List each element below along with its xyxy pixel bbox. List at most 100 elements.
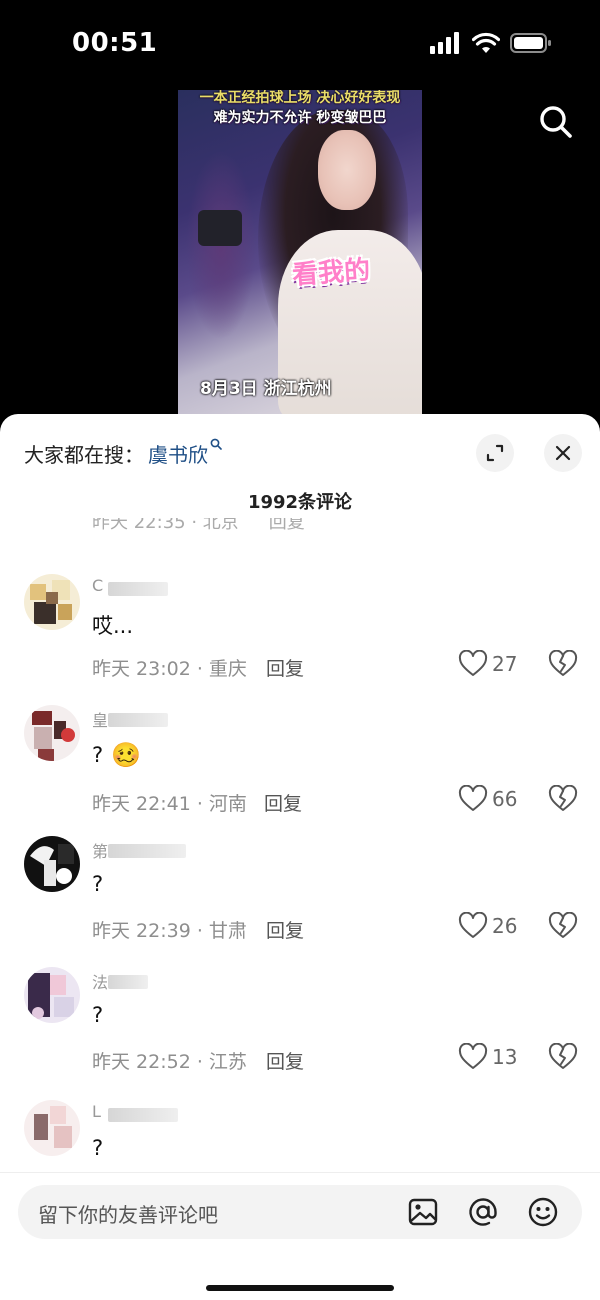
- comment-meta: 昨天 23:02 · 重庆: [92, 658, 247, 680]
- comment-meta: 昨天 22:52 · 江苏: [92, 1051, 247, 1073]
- comment-item: L ?: [0, 1100, 600, 1170]
- avatar[interactable]: [24, 836, 80, 892]
- trending-prefix: 大家都在搜：: [24, 442, 144, 467]
- comment-text: 哎...: [92, 610, 133, 640]
- like-button[interactable]: 66: [458, 785, 517, 813]
- reply-button[interactable]: 回复: [266, 1047, 304, 1074]
- partial-reply: 回复: [268, 518, 305, 533]
- comment-text: ?: [92, 1003, 103, 1027]
- username[interactable]: L: [92, 1102, 192, 1126]
- avatar[interactable]: [24, 1100, 80, 1156]
- username[interactable]: C: [92, 576, 182, 600]
- avatar-image: [24, 574, 80, 630]
- comment-text: ? 🥴: [92, 741, 141, 769]
- avatar-image: [24, 967, 80, 1023]
- image-icon[interactable]: [406, 1195, 440, 1229]
- comment-text-content: ?: [92, 872, 104, 896]
- search-icon[interactable]: [536, 102, 576, 142]
- comment-item: 法 ? 昨天 22:52 · 江苏 回复 13: [0, 967, 600, 1098]
- username-visible-char: C: [92, 576, 104, 595]
- sheet-header: 大家都在搜： 虞书欣: [24, 432, 582, 474]
- video-frame[interactable]: 一本正经拍球上场 决心好好表现 难为实力不允许 秒变皱巴巴 看我的 8月3日 浙…: [178, 90, 422, 416]
- like-count: 26: [492, 914, 518, 938]
- battery-icon: [510, 33, 551, 53]
- comment-meta: 昨天 22:41 · 河南: [92, 793, 247, 815]
- like-button[interactable]: 26: [458, 912, 517, 940]
- like-count: 27: [492, 652, 518, 676]
- status-icons: [430, 32, 552, 54]
- username-redacted: [108, 844, 186, 858]
- close-button[interactable]: [544, 434, 582, 472]
- like-button[interactable]: 27: [458, 650, 517, 678]
- comment-text-content: 哎...: [92, 614, 134, 638]
- trending-search-link[interactable]: 虞书欣: [148, 439, 208, 468]
- comment-count: 1992条评论: [247, 492, 353, 513]
- video-caption-line1: 一本正经拍球上场 决心好好表现: [199, 90, 401, 106]
- heart-icon: [458, 785, 488, 811]
- broken-heart-icon[interactable]: [548, 785, 578, 813]
- username-redacted: [108, 1108, 178, 1122]
- broken-heart-icon[interactable]: [548, 912, 578, 940]
- avatar-image: [24, 1100, 80, 1156]
- expand-button[interactable]: [476, 434, 514, 472]
- username[interactable]: 第: [92, 838, 202, 862]
- comment-text-content: ?: [92, 743, 104, 767]
- username-visible-char: 法: [92, 973, 109, 992]
- comment-list[interactable]: 昨天 22:35 · 北京 回复 C 哎... 昨天 23:02 · 重庆 回复…: [0, 518, 600, 1170]
- heart-icon: [458, 912, 488, 938]
- partial-meta: 昨天 22:35 · 北京: [92, 518, 239, 533]
- comment-item: 第 ? 昨天 22:39 · 甘肃 回复 26: [0, 836, 600, 967]
- username[interactable]: 法: [92, 969, 182, 993]
- signal-icon: [430, 32, 459, 54]
- comment-item: C 哎... 昨天 23:02 · 重庆 回复 27: [0, 574, 600, 705]
- broken-heart-icon[interactable]: [548, 1043, 578, 1071]
- username-visible-char: L: [92, 1102, 101, 1121]
- broken-heart-icon[interactable]: [548, 650, 578, 678]
- close-icon: [555, 445, 571, 461]
- partial-comment-row: 昨天 22:35 · 北京 回复: [0, 518, 600, 540]
- video-caption-location: 8月3日 浙江杭州: [200, 379, 332, 399]
- video-camera-shape: [198, 210, 242, 246]
- avatar-image: [24, 705, 80, 761]
- comments-sheet: 大家都在搜： 虞书欣 1992条评论 昨天 22:35 · 北京 回复 C 哎.…: [0, 414, 600, 1300]
- video-face: [318, 130, 376, 210]
- home-indicator: [206, 1285, 394, 1291]
- comment-input-placeholder: 留下你的友善评论吧: [38, 1203, 218, 1227]
- comment-text: ?: [92, 872, 103, 896]
- username-redacted: [108, 582, 168, 596]
- comment-meta: 昨天 22:39 · 甘肃: [92, 920, 247, 942]
- at-icon[interactable]: [466, 1195, 500, 1229]
- wifi-icon: [472, 32, 500, 53]
- video-caption-line2: 难为实力不允许 秒变皱巴巴: [213, 110, 387, 126]
- video-caption-top: 一本正经拍球上场 决心好好表现 难为实力不允许 秒变皱巴巴: [178, 90, 422, 128]
- status-bar: 00:51: [0, 0, 600, 90]
- comment-text: ?: [92, 1136, 103, 1160]
- avatar[interactable]: [24, 967, 80, 1023]
- reply-button[interactable]: 回复: [266, 654, 304, 681]
- reply-button[interactable]: 回复: [266, 916, 304, 943]
- emoji-icon[interactable]: [526, 1195, 560, 1229]
- username-visible-char: 第: [92, 842, 109, 861]
- username-redacted: [108, 975, 148, 989]
- username-visible-char: 皇: [92, 711, 109, 730]
- video-sticker-text: 看我的: [291, 255, 372, 291]
- comment-text-content: ?: [92, 1136, 104, 1160]
- video-player[interactable]: 一本正经拍球上场 决心好好表现 难为实力不允许 秒变皱巴巴 看我的 8月3日 浙…: [0, 90, 600, 420]
- status-time: 00:51: [72, 28, 158, 58]
- comment-text-content: ?: [92, 1003, 104, 1027]
- comment-input[interactable]: 留下你的友善评论吧: [18, 1185, 582, 1239]
- username-redacted: [108, 713, 168, 727]
- comment-emoji: 🥴: [111, 741, 142, 769]
- avatar-image: [24, 836, 80, 892]
- username[interactable]: 皇: [92, 707, 182, 731]
- partial-comment-meta: 昨天 22:35 · 北京 回复: [92, 518, 305, 534]
- comment-item: 皇 ? 🥴 昨天 22:41 · 河南 回复 66: [0, 705, 600, 836]
- heart-icon: [458, 1043, 488, 1069]
- like-button[interactable]: 13: [458, 1043, 517, 1071]
- avatar[interactable]: [24, 574, 80, 630]
- comment-input-bar: 留下你的友善评论吧: [0, 1172, 600, 1300]
- like-count: 66: [492, 787, 518, 811]
- reply-button[interactable]: 回复: [264, 789, 302, 816]
- heart-icon: [458, 650, 488, 676]
- avatar[interactable]: [24, 705, 80, 761]
